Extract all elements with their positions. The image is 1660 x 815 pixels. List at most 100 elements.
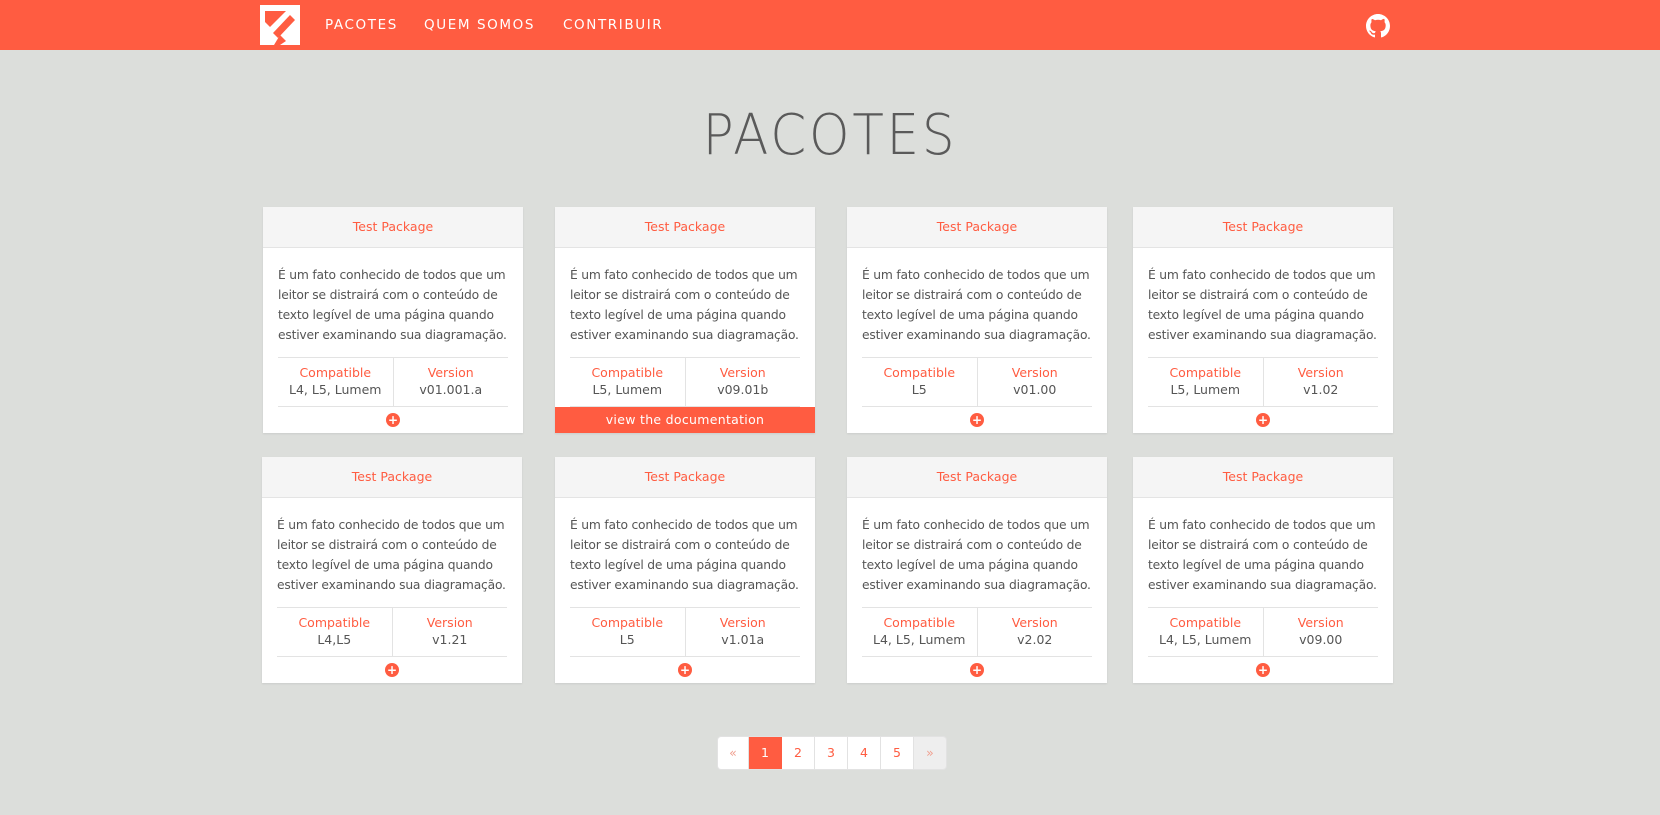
compatible-value: L4, L5, Lumem	[289, 382, 382, 397]
package-description: É um fato conhecido de todos que um leit…	[277, 518, 506, 592]
view-documentation-button[interactable]: view the documentation	[555, 407, 815, 433]
pagination-next-button[interactable]: »	[914, 737, 946, 769]
expand-plus-icon[interactable]: +	[386, 413, 400, 427]
package-name[interactable]: Test Package	[1133, 207, 1393, 248]
pagination-page-3[interactable]: 3	[815, 737, 848, 769]
compatible-column: Compatible L4, L5, Lumem	[278, 358, 393, 406]
version-label: Version	[719, 365, 766, 380]
compatible-column: Compatible L4,L5	[277, 608, 392, 656]
compatible-label: Compatible	[1169, 365, 1242, 380]
version-value: v1.01a	[721, 632, 765, 647]
package-meta: Compatible L4, L5, Lumem Version v2.02	[862, 607, 1092, 657]
version-label: Version	[1297, 365, 1344, 380]
package-description: É um fato conhecido de todos que um leit…	[570, 518, 799, 592]
github-icon[interactable]	[1366, 14, 1390, 38]
compatible-column: Compatible L5, Lumem	[570, 358, 685, 406]
compatible-column: Compatible L4, L5, Lumem	[862, 608, 977, 656]
version-label: Version	[1011, 365, 1058, 380]
compatible-label: Compatible	[883, 615, 956, 630]
compatible-label: Compatible	[1169, 615, 1242, 630]
compatible-column: Compatible L5	[570, 608, 685, 656]
package-meta: Compatible L4, L5, Lumem Version v09.00	[1148, 607, 1378, 657]
compatible-label: Compatible	[883, 365, 956, 380]
pagination-page-2[interactable]: 2	[782, 737, 815, 769]
version-column: Version v09.00	[1262, 608, 1379, 656]
expand-plus-icon[interactable]: +	[1256, 413, 1270, 427]
compatible-column: Compatible L4, L5, Lumem	[1148, 608, 1263, 656]
expand-plus-icon[interactable]: +	[678, 663, 692, 677]
version-label: Version	[719, 615, 766, 630]
compatible-value: L4, L5, Lumem	[1159, 632, 1252, 647]
package-card: Test Package É um fato conhecido de todo…	[1133, 457, 1393, 683]
version-column: Version v1.02	[1262, 358, 1379, 406]
package-name[interactable]: Test Package	[263, 207, 523, 248]
nav-link-pacotes[interactable]: PACOTES	[325, 17, 398, 33]
nav-link-contribuir[interactable]: CONTRIBUIR	[563, 17, 663, 33]
package-card: Test Package É um fato conhecido de todo…	[847, 457, 1107, 683]
expand-plus-icon[interactable]: +	[1256, 663, 1270, 677]
version-column: Version v01.00	[976, 358, 1093, 406]
version-column: Version v09.01b	[684, 358, 801, 406]
version-value: v2.02	[1017, 632, 1053, 647]
compatible-value: L5, Lumem	[592, 382, 663, 397]
pagination-page-5[interactable]: 5	[881, 737, 914, 769]
package-name[interactable]: Test Package	[1133, 457, 1393, 498]
package-card: Test Package É um fato conhecido de todo…	[262, 457, 522, 683]
package-name[interactable]: Test Package	[847, 207, 1107, 248]
version-column: Version v1.01a	[684, 608, 801, 656]
version-value: v01.001.a	[419, 382, 483, 397]
package-name[interactable]: Test Package	[555, 457, 815, 498]
package-meta: Compatible L5, Lumem Version v09.01b	[570, 357, 800, 407]
package-name[interactable]: Test Package	[847, 457, 1107, 498]
package-meta: Compatible L5 Version v1.01a	[570, 607, 800, 657]
package-card: Test Package É um fato conhecido de todo…	[555, 457, 815, 683]
version-value: v01.00	[1013, 382, 1057, 397]
compatible-value: L5	[911, 382, 927, 397]
package-meta: Compatible L5 Version v01.00	[862, 357, 1092, 407]
package-description: É um fato conhecido de todos que um leit…	[1148, 518, 1377, 592]
compatible-column: Compatible L5	[862, 358, 977, 406]
compatible-label: Compatible	[591, 365, 664, 380]
compatible-value: L4,L5	[317, 632, 352, 647]
package-card: Test Package É um fato conhecido de todo…	[1133, 207, 1393, 433]
package-meta: Compatible L5, Lumem Version v1.02	[1148, 357, 1378, 407]
package-meta: Compatible L4,L5 Version v1.21	[277, 607, 507, 657]
package-card: Test Package É um fato conhecido de todo…	[555, 207, 815, 433]
compatible-column: Compatible L5, Lumem	[1148, 358, 1263, 406]
package-meta: Compatible L4, L5, Lumem Version v01.001…	[278, 357, 508, 407]
version-label: Version	[1297, 615, 1344, 630]
package-description: É um fato conhecido de todos que um leit…	[862, 268, 1091, 342]
nav-link-quem-somos[interactable]: QUEM SOMOS	[424, 17, 535, 33]
compatible-label: Compatible	[591, 615, 664, 630]
package-name[interactable]: Test Package	[555, 207, 815, 248]
pagination: « 1 2 3 4 5 »	[718, 737, 946, 769]
version-label: Version	[427, 365, 474, 380]
package-card: Test Package É um fato conhecido de todo…	[263, 207, 523, 433]
package-description: É um fato conhecido de todos que um leit…	[1148, 268, 1377, 342]
package-name[interactable]: Test Package	[262, 457, 522, 498]
logo-icon[interactable]	[260, 5, 300, 45]
expand-plus-icon[interactable]: +	[970, 413, 984, 427]
pagination-page-4[interactable]: 4	[848, 737, 881, 769]
package-card: Test Package É um fato conhecido de todo…	[847, 207, 1107, 433]
compatible-label: Compatible	[299, 365, 372, 380]
expand-plus-icon[interactable]: +	[970, 663, 984, 677]
version-value: v1.02	[1303, 382, 1339, 397]
compatible-value: L4, L5, Lumem	[873, 632, 966, 647]
expand-plus-icon[interactable]: +	[385, 663, 399, 677]
compatible-label: Compatible	[298, 615, 371, 630]
page-title: PACOTES	[702, 103, 958, 168]
version-label: Version	[426, 615, 473, 630]
compatible-value: L5, Lumem	[1170, 382, 1241, 397]
version-value: v09.01b	[717, 382, 769, 397]
version-column: Version v01.001.a	[392, 358, 509, 406]
package-description: É um fato conhecido de todos que um leit…	[278, 268, 507, 342]
version-label: Version	[1011, 615, 1058, 630]
package-description: É um fato conhecido de todos que um leit…	[862, 518, 1091, 592]
version-column: Version v1.21	[391, 608, 508, 656]
pagination-page-1[interactable]: 1	[749, 737, 782, 769]
package-description: É um fato conhecido de todos que um leit…	[570, 268, 799, 342]
compatible-value: L5	[619, 632, 635, 647]
version-value: v09.00	[1299, 632, 1343, 647]
pagination-prev-button[interactable]: «	[718, 737, 749, 769]
